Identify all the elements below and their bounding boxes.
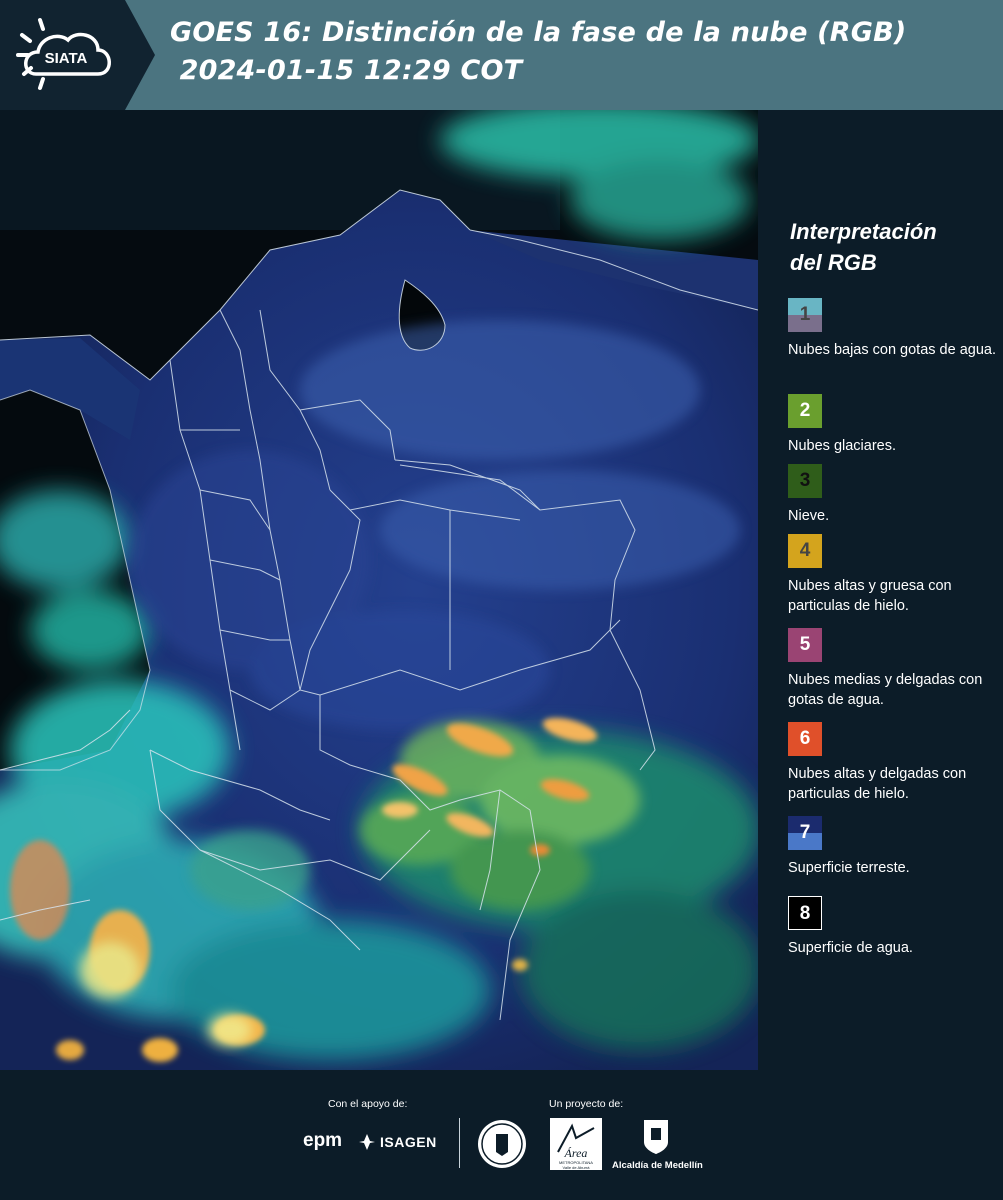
map-image — [0, 110, 758, 1070]
legend-panel: Interpretación del RGB 1 Nubes bajas con … — [758, 110, 1003, 1070]
title-line-1: GOES 16: Distinción de la fase de la nub… — [170, 17, 907, 48]
legend-label: Nubes glaciares. — [788, 438, 896, 454]
area-text-top: Área — [564, 1146, 588, 1160]
title-line-2: 2024-01-15 12:29 COT — [170, 55, 523, 86]
legend-item-6: 6 Nubes altas y delgadas con particulas d… — [788, 722, 998, 804]
siata-logo: SIATA — [0, 0, 155, 110]
epm-logo: epm — [303, 1130, 342, 1152]
area-text-bottom: METROPOLITANA Valle de Aburrá — [559, 1160, 593, 1170]
epm-text: epm — [303, 1130, 343, 1151]
legend-swatch: 5 — [788, 628, 822, 662]
legend-number: 5 — [799, 634, 811, 655]
legend-swatch: 3 — [788, 464, 822, 498]
legend-number: 4 — [799, 540, 811, 561]
legend-item-8: 8 Superficie de agua. — [788, 896, 998, 958]
footer-divider — [459, 1118, 460, 1168]
support-label: Con el apoyo de: — [328, 1098, 408, 1110]
legend-swatch: 7 — [788, 816, 822, 850]
legend-item-5: 5 Nubes medias y delgadas con gotas de ag… — [788, 628, 998, 710]
legend-number: 3 — [799, 470, 811, 491]
legend-swatch: 4 — [788, 534, 822, 568]
legend-item-4: 4 Nubes altas y gruesa con particulas de … — [788, 534, 998, 616]
legend-item-7: 7 Superficie terreste. — [788, 816, 998, 878]
legend-label: Superficie de agua. — [788, 940, 913, 956]
legend-swatch: 2 — [788, 394, 822, 428]
isagen-icon — [359, 1134, 375, 1150]
legend-number: 7 — [799, 822, 811, 843]
project-label: Un proyecto de: — [549, 1098, 624, 1110]
legend-swatch: 1 — [788, 298, 822, 332]
footer: Con el apoyo de: Un proyecto de: epm ISA… — [0, 1070, 1003, 1200]
legend-label: Nieve. — [788, 508, 830, 524]
legend-label: Superficie terreste. — [788, 860, 910, 876]
legend-number: 1 — [799, 304, 811, 325]
legend-label: Nubes bajas con gotas de agua. — [788, 342, 996, 358]
seal-logo — [478, 1120, 526, 1168]
medellin-shield-icon — [644, 1120, 668, 1154]
legend-item-2: 2 Nubes glaciares. — [788, 394, 998, 456]
header: SIATA GOES 16: Distinción de la fase de … — [0, 0, 1003, 110]
legend-title-line-2: del RGB — [790, 250, 877, 275]
legend-swatch: 6 — [788, 722, 822, 756]
legend-label: Nubes altas y delgadas con particulas de… — [788, 766, 967, 802]
page-title: GOES 16: Distinción de la fase de la nub… — [170, 14, 906, 90]
legend-swatch: 8 — [788, 896, 822, 930]
legend-title-line-1: Interpretación — [790, 219, 937, 244]
legend-number: 6 — [799, 728, 811, 749]
legend-item-3: 3 Nieve. — [788, 464, 998, 526]
legend-number: 8 — [799, 903, 811, 924]
legend-number: 2 — [799, 400, 811, 421]
alcaldia-text: Alcaldía de Medellín — [612, 1160, 703, 1171]
isagen-text: ISAGEN — [380, 1134, 437, 1150]
legend-label: Nubes altas y gruesa con particulas de h… — [788, 578, 952, 614]
svg-text:SIATA: SIATA — [45, 50, 88, 67]
legend-title: Interpretación del RGB — [790, 216, 937, 278]
legend-label: Nubes medias y delgadas con gotas de agu… — [788, 672, 983, 708]
legend-item-1: 1 Nubes bajas con gotas de agua. — [788, 298, 998, 360]
satellite-map — [0, 110, 758, 1070]
